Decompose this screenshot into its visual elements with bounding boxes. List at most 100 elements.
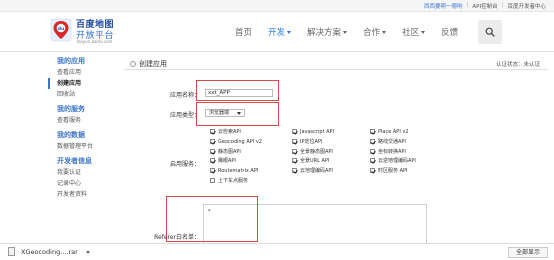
user-name-link[interactable]: 西西要啊一哪哟 (424, 2, 463, 10)
download-item[interactable]: XGeocoding....rar (8, 247, 90, 256)
app-name-label: 应用名称： (169, 92, 200, 99)
service-label: 路线交通API (378, 139, 406, 146)
checkbox-checked-icon[interactable] (370, 148, 375, 154)
service-label: 云地理编码API (300, 168, 333, 175)
sidebar-item-certify[interactable]: 我要认证 (48, 167, 120, 178)
checkbox-unchecked-icon[interactable] (210, 177, 215, 183)
service-label: IP定位API (300, 139, 323, 146)
service-checkbox-item[interactable]: 云检索API (210, 127, 292, 137)
page-title: 创建应用 (130, 59, 167, 69)
nav-home[interactable]: 首页 (235, 26, 252, 38)
service-label: 静态图API (218, 148, 241, 155)
service-label: Place API v2 (378, 128, 409, 135)
checkbox-checked-icon[interactable] (292, 139, 297, 145)
services-label: 启用服务： (169, 161, 200, 168)
top-utility-bar: 西西要啊一哪哟 | API控制台 | 百度开发者中心 (0, 0, 554, 12)
checkbox-checked-icon[interactable] (292, 158, 297, 164)
sidebar-item-records[interactable]: 记录中心 (48, 178, 120, 189)
service-label: 云检索API (218, 129, 241, 136)
app-type-select[interactable]: 浏览器端 (205, 109, 245, 117)
sidebar: 我的应用 查看应用 创建应用 回收站 我的服务 查看服务 我的数据 数据管理平台… (48, 56, 120, 260)
create-app-panel: 创建应用 认证状态：未认证 应用名称： xxt_APP 应用类型： 浏览器端 启… (124, 56, 548, 260)
checkbox-checked-icon[interactable] (370, 168, 375, 174)
service-checkbox-item[interactable]: 上下车点服务 (210, 175, 292, 185)
checkbox-checked-icon[interactable] (370, 158, 375, 164)
api-console-link[interactable]: API控制台 (472, 2, 497, 10)
app-type-label: 应用类型： (169, 112, 200, 119)
service-checkbox-item[interactable]: 全景静态图API (292, 146, 370, 156)
sidebar-heading-my-apps: 我的应用 (57, 57, 85, 65)
service-checkbox-item[interactable]: 云地理编码API (292, 166, 370, 176)
nav-cooperation[interactable]: 合作 (363, 26, 387, 38)
circle-icon (130, 61, 136, 67)
sidebar-item-view-apps[interactable]: 查看应用 (48, 67, 120, 78)
service-checkbox-item[interactable]: 云逆地理编码API (370, 156, 470, 166)
show-all-button[interactable]: 全部显示 (508, 247, 548, 258)
sidebar-item-recycle-bin[interactable]: 回收站 (48, 89, 120, 100)
service-checkbox-item[interactable]: 鹰眼API (210, 156, 292, 166)
sidebar-heading-developer-info: 开发者信息 (57, 157, 92, 165)
checkbox-checked-icon[interactable] (210, 148, 215, 154)
app-name-input[interactable]: xxt_APP (205, 89, 273, 97)
service-label: 云逆地理编码API (378, 158, 416, 165)
checkbox-checked-icon[interactable] (292, 129, 297, 135)
archive-file-icon (8, 247, 15, 256)
svg-text:du: du (58, 26, 65, 32)
nav-solutions[interactable]: 解决方案 (307, 26, 348, 38)
sidebar-item-create-app[interactable]: 创建应用 (48, 78, 120, 89)
checkbox-checked-icon[interactable] (210, 158, 215, 164)
service-label: 坐标转换API (378, 148, 406, 155)
sidebar-item-data-platform[interactable]: 数据管理平台 (48, 141, 120, 152)
checkbox-checked-icon[interactable] (210, 129, 215, 135)
service-checkbox-item[interactable]: 全景URL API (292, 156, 370, 166)
service-label: Geocoding API v2 (218, 138, 262, 145)
sidebar-heading-my-data: 我的数据 (57, 131, 85, 139)
search-icon (485, 27, 495, 37)
checkbox-checked-icon[interactable] (370, 129, 375, 135)
checkbox-checked-icon[interactable] (210, 139, 215, 145)
main-nav: 首页 开发 解决方案 合作 社区 反馈 (235, 24, 474, 40)
logo-domain: lbsyun.baidu.com (77, 39, 113, 44)
sidebar-heading-my-services: 我的服务 (57, 105, 85, 113)
checkbox-checked-icon[interactable] (210, 168, 215, 174)
nav-develop[interactable]: 开发 (268, 26, 292, 38)
service-checkbox-item[interactable]: Javascript API (292, 127, 370, 137)
chevron-down-icon (237, 112, 241, 115)
service-checkbox-item[interactable]: IP定位API (292, 137, 370, 147)
nav-feedback[interactable]: 反馈 (441, 26, 458, 38)
service-checkbox-item[interactable]: 时区服务 API (370, 166, 470, 176)
service-checkbox-item[interactable]: 静态图API (210, 146, 292, 156)
checkbox-checked-icon[interactable] (292, 168, 297, 174)
chevron-up-icon[interactable] (85, 250, 90, 253)
chevron-down-icon (343, 30, 348, 34)
search-button[interactable] (478, 20, 502, 44)
service-checkbox-item[interactable]: 路线交通API (370, 137, 470, 147)
sidebar-item-profile[interactable]: 开发者资料 (48, 189, 120, 200)
site-logo[interactable]: du 百度地图 开放平台 lbsyun.baidu.com (50, 16, 120, 48)
chevron-down-icon (421, 30, 426, 34)
baidu-map-logo-icon: du (50, 18, 72, 42)
sidebar-item-view-services[interactable]: 查看服务 (48, 115, 120, 126)
divider: | (501, 2, 504, 8)
download-file-name: XGeocoding....rar (21, 247, 78, 256)
chevron-down-icon (382, 30, 387, 34)
developer-center-link[interactable]: 百度开发者中心 (507, 2, 546, 10)
service-label: Routematrix API (218, 167, 259, 174)
service-label: 上下车点服务 (218, 177, 249, 184)
checkbox-checked-icon[interactable] (370, 139, 375, 145)
service-label: 时区服务 API (378, 168, 408, 175)
service-label: 全景URL API (300, 158, 330, 165)
service-checkbox-item[interactable]: Geocoding API v2 (210, 137, 292, 147)
services-checkbox-grid: 云检索API Javascript API Place API v2 Geocodin… (210, 127, 510, 185)
download-bar: XGeocoding....rar 全部显示 (0, 243, 554, 260)
service-checkbox-item[interactable]: 坐标转换API (370, 146, 470, 156)
nav-community[interactable]: 社区 (402, 26, 426, 38)
chevron-down-icon (287, 30, 292, 34)
service-label: Javascript API (300, 128, 334, 135)
site-header: du 百度地图 开放平台 lbsyun.baidu.com 首页 开发 解决方案… (0, 12, 554, 52)
referer-label: Referer白名单： (154, 234, 200, 241)
service-checkbox-item[interactable]: Routematrix API (210, 166, 292, 176)
checkbox-checked-icon[interactable] (292, 148, 297, 154)
service-checkbox-item[interactable]: Place API v2 (370, 127, 470, 137)
certification-status: 认证状态：未认证 (495, 62, 540, 68)
